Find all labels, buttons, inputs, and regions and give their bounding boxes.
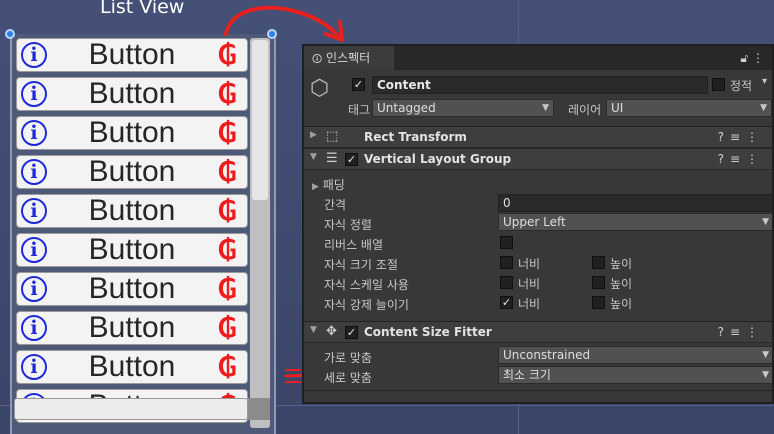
help-icon[interactable]: ? — [718, 325, 730, 339]
layer-label: 레이어 — [568, 103, 602, 117]
child-alignment-dropdown[interactable]: Upper Left ▼ — [498, 213, 772, 231]
vertical-fit-value: 최소 크기 — [503, 368, 551, 382]
vertical-fit-dropdown[interactable]: 최소 크기 ▼ — [498, 366, 772, 384]
chevron-down-icon: ▼ — [762, 217, 769, 227]
tag-dropdown[interactable]: Untagged ▼ — [372, 99, 554, 117]
height-label: 높이 — [610, 297, 633, 311]
use-child-scale-width-checkbox[interactable] — [500, 276, 513, 289]
control-child-size-height-checkbox[interactable] — [592, 256, 605, 269]
chevron-down-icon[interactable]: ▾ — [762, 76, 767, 87]
component-tools: ?≡⋮ — [718, 152, 764, 166]
tab-inspector[interactable]: 🛈 인스펙터 — [304, 46, 394, 70]
content-size-fitter-icon: ✥ — [326, 324, 337, 339]
child-force-expand-width-checkbox[interactable] — [500, 296, 513, 309]
tab-header-tools: 🔓︎ ⋮ — [740, 46, 764, 70]
content-size-fitter-title: Content Size Fitter — [364, 325, 492, 339]
child-alignment-label: 자식 정렬 — [324, 218, 372, 232]
width-label: 너비 — [518, 277, 541, 291]
reverse-arrangement-checkbox[interactable] — [500, 236, 513, 249]
presets-icon[interactable]: ≡ — [730, 130, 746, 144]
layer-value: UI — [611, 101, 624, 115]
vertical-layout-group-enabled[interactable] — [345, 153, 358, 166]
object-active-checkbox[interactable] — [352, 78, 365, 91]
width-label: 너비 — [518, 297, 541, 311]
layout-group-icon: ☰ — [326, 151, 338, 166]
chevron-down-icon[interactable]: ▼ — [310, 325, 317, 335]
static-label: 정적 — [730, 79, 753, 93]
presets-icon[interactable]: ≡ — [730, 325, 746, 339]
padding-label: 패딩 — [322, 178, 345, 192]
cube-icon[interactable]: ⬡ — [310, 76, 336, 102]
height-label: 높이 — [610, 257, 633, 271]
inspector-tabbar: 🛈 인스펙터 🔓︎ ⋮ — [304, 46, 772, 70]
child-force-expand-label: 자식 강제 늘이기 — [324, 298, 409, 312]
kebab-menu-icon[interactable]: ⋮ — [752, 51, 764, 65]
kebab-menu-icon[interactable]: ⋮ — [746, 130, 764, 144]
presets-icon[interactable]: ≡ — [730, 152, 746, 166]
child-alignment-value: Upper Left — [503, 215, 566, 229]
chevron-right-icon[interactable]: ▶ — [310, 130, 317, 140]
rect-transform-header[interactable]: ▶ ⬚ Rect Transform ?≡⋮ — [304, 126, 772, 148]
tag-value: Untagged — [377, 101, 436, 115]
component-tools: ?≡⋮ — [718, 130, 764, 144]
rect-transform-icon: ⬚ — [326, 129, 339, 144]
info-circle-icon: 🛈 — [312, 54, 323, 65]
vertical-layout-group-title: Vertical Layout Group — [364, 152, 512, 166]
child-force-expand-height-checkbox[interactable] — [592, 296, 605, 309]
chevron-down-icon: ▼ — [762, 350, 769, 360]
kebab-menu-icon[interactable]: ⋮ — [746, 152, 764, 166]
height-label: 높이 — [610, 277, 633, 291]
curved-annotation-arrow — [224, 5, 340, 38]
control-child-size-label: 자식 크기 조절 — [324, 258, 398, 272]
divider — [304, 390, 772, 391]
spacing-field[interactable]: 0 — [498, 194, 772, 212]
chevron-down-icon: ▼ — [762, 370, 769, 380]
control-child-size-width-checkbox[interactable] — [500, 256, 513, 269]
inspector-panel[interactable]: 🛈 인스펙터 🔓︎ ⋮ ⬡ Content 정적 ▾ 태그 Untagged ▼… — [302, 44, 774, 404]
width-label: 너비 — [518, 257, 541, 271]
content-size-fitter-enabled[interactable] — [345, 326, 358, 339]
spacing-label: 간격 — [324, 198, 347, 212]
layer-dropdown[interactable]: UI ▼ — [606, 99, 772, 117]
chevron-down-icon: ▼ — [760, 103, 767, 113]
content-size-fitter-header[interactable]: ▼ ✥ Content Size Fitter ?≡⋮ — [304, 321, 772, 343]
padding-foldout[interactable]: ▶ 패딩 — [312, 176, 345, 193]
vertical-layout-group-header[interactable]: ▼ ☰ Vertical Layout Group ?≡⋮ — [304, 148, 772, 170]
kebab-menu-icon[interactable]: ⋮ — [746, 325, 764, 339]
chevron-right-icon: ▶ — [312, 182, 319, 192]
chevron-down-icon[interactable]: ▼ — [310, 152, 317, 162]
help-icon[interactable]: ? — [718, 130, 730, 144]
object-name-field[interactable]: Content — [372, 76, 708, 94]
static-checkbox[interactable] — [712, 78, 725, 91]
lock-icon[interactable]: 🔓︎ — [740, 51, 748, 65]
help-icon[interactable]: ? — [718, 152, 730, 166]
chevron-down-icon: ▼ — [542, 103, 549, 113]
horizontal-fit-label: 가로 맞춤 — [324, 351, 372, 365]
horizontal-fit-dropdown[interactable]: Unconstrained ▼ — [498, 346, 772, 364]
component-tools: ?≡⋮ — [718, 325, 764, 339]
use-child-scale-height-checkbox[interactable] — [592, 276, 605, 289]
vertical-fit-label: 세로 맞춤 — [324, 371, 372, 385]
tab-inspector-label: 인스펙터 — [326, 51, 371, 65]
use-child-scale-label: 자식 스케일 사용 — [324, 278, 409, 292]
tag-label: 태그 — [348, 103, 371, 117]
reverse-arrangement-label: 리버스 배열 — [324, 238, 384, 252]
horizontal-fit-value: Unconstrained — [503, 348, 591, 362]
rect-transform-title: Rect Transform — [364, 130, 467, 144]
